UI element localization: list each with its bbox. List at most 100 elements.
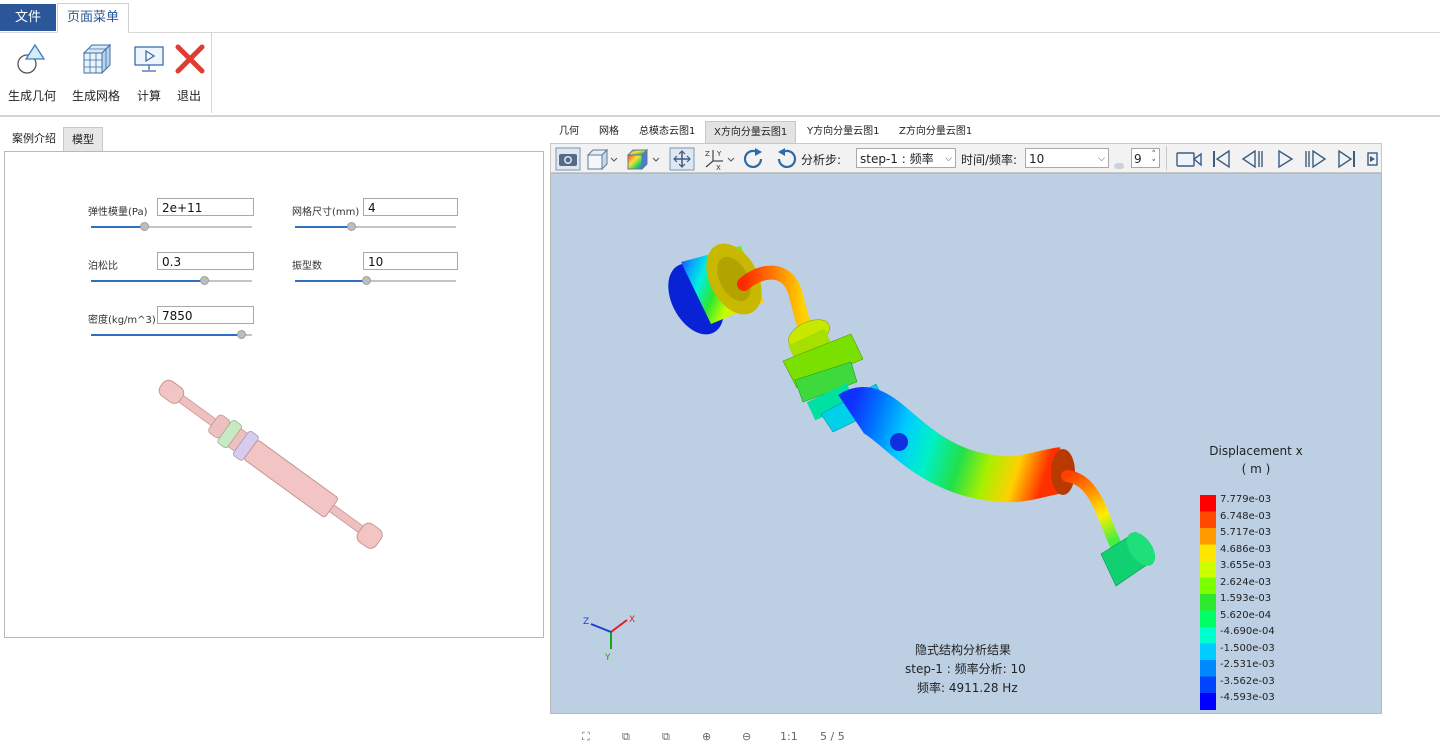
analysis-step-select[interactable]: step-1 : 频率 ⌵ (856, 148, 956, 168)
fit-view-icon[interactable] (669, 147, 695, 171)
legend-value: -4.690e-04 (1220, 626, 1275, 637)
fullscreen-icon[interactable]: ⛶ (582, 730, 590, 744)
zoom-out-icon[interactable]: ⊖ (742, 730, 751, 743)
tab-file[interactable]: 文件 (0, 4, 56, 31)
frame-value: 9 (1134, 152, 1142, 166)
density-field[interactable]: 7850 (157, 306, 254, 324)
time-frequency-select[interactable]: 10 ⌵ (1025, 148, 1109, 168)
play-icon[interactable] (1273, 147, 1297, 171)
compute-label: 计算 (136, 89, 161, 103)
frame-spinbox[interactable]: 9 ˄ ˅ (1131, 148, 1160, 169)
screenshot-camera-icon[interactable] (555, 147, 581, 171)
chevron-down-icon[interactable]: ˅ (1152, 154, 1157, 174)
menu-tab-bar: 文件 页面菜单 (0, 0, 1440, 33)
geometry-icon (17, 43, 46, 74)
axis-triad: Y X Z (583, 615, 635, 663)
legend-swatch (1200, 528, 1216, 545)
result-step-text: step-1 : 频率分析: 10 (905, 662, 1026, 676)
poisson-ratio-label: 泊松比 (88, 261, 118, 272)
tab-page-menu[interactable]: 页面菜单 (57, 3, 129, 33)
bottom-status-bar: ⛶ ⧉ ⧉ ⊕ ⊖ 1:1 5 / 5 (570, 728, 870, 744)
mesh-icon (82, 43, 112, 75)
slider-thumb[interactable] (237, 330, 246, 339)
time-frequency-value: 10 (1029, 152, 1045, 166)
legend-value: -4.593e-03 (1220, 692, 1275, 703)
axis-z-label: Z (583, 617, 589, 627)
generate-geometry-button[interactable]: 生成几何 (6, 41, 58, 107)
legend-title: Displacement x (1209, 444, 1303, 458)
slider-thumb[interactable] (200, 276, 209, 285)
generate-mesh-button[interactable]: 生成网格 (70, 41, 122, 107)
first-frame-icon[interactable] (1209, 147, 1233, 171)
tab-mesh[interactable]: 网格 (591, 121, 627, 142)
axis-x-label: X (629, 615, 635, 625)
chevron-down-icon: ⌵ (945, 154, 952, 164)
legend-value: 1.593e-03 (1220, 593, 1272, 604)
compute-button[interactable]: 计算 (131, 41, 167, 107)
tab-z-component-contour[interactable]: Z方向分量云图1 (891, 121, 980, 142)
legend-swatch (1200, 495, 1216, 512)
elastic-modulus-slider[interactable] (91, 222, 252, 232)
elastic-modulus-field[interactable]: 2e+11 (157, 198, 254, 216)
legend-swatch (1200, 643, 1216, 661)
rotate-ccw-icon[interactable] (773, 147, 799, 171)
paste-icon[interactable]: ⧉ (662, 730, 670, 744)
poisson-ratio-field[interactable]: 0.3 (157, 252, 254, 270)
zoom-in-icon[interactable]: ⊕ (702, 730, 711, 743)
tab-case-intro[interactable]: 案例介绍 (4, 127, 64, 150)
generate-geometry-label: 生成几何 (7, 89, 56, 103)
mode-count-label: 振型数 (292, 261, 322, 272)
svg-text:X: X (716, 164, 721, 171)
copy-icon[interactable]: ⧉ (622, 730, 630, 744)
mesh-size-label: 网格尺寸(mm) (292, 207, 360, 218)
poisson-ratio-slider[interactable] (91, 276, 252, 286)
legend-value: 7.779e-03 (1220, 494, 1272, 505)
ribbon: 生成几何 生成网格 计算 退出 (0, 33, 1440, 117)
exit-button[interactable]: 退出 (172, 41, 206, 107)
left-tab-bar: 案例介绍 模型 (4, 127, 544, 151)
density-label: 密度(kg/m^3) (88, 315, 156, 326)
compute-icon (134, 46, 164, 72)
toolbar-separator (1166, 146, 1167, 170)
time-frequency-label: 时间/频率: (961, 153, 1018, 167)
legend-value: -3.562e-03 (1220, 675, 1275, 687)
slider-thumb[interactable] (362, 276, 371, 285)
exit-label: 退出 (176, 89, 201, 103)
mode-count-field[interactable]: 10 (363, 252, 458, 270)
axis-orientation-icon[interactable]: Y Z X (703, 147, 737, 171)
legend-unit: ( m ) (1241, 462, 1271, 476)
previous-frame-icon[interactable] (1239, 147, 1265, 171)
tab-total-mode-contour[interactable]: 总模态云图1 (631, 121, 703, 142)
legend-swatch (1200, 544, 1216, 562)
slider-thumb[interactable] (347, 222, 356, 231)
3d-viewport[interactable]: Y X Z Displacement x ( m ) 7.779e-03 6.74… (550, 173, 1382, 714)
legend-swatch (1200, 693, 1216, 710)
legend-swatch (1200, 676, 1216, 694)
next-frame-icon[interactable] (1303, 147, 1329, 171)
legend-swatch (1200, 511, 1216, 529)
loop-icon[interactable] (1365, 147, 1379, 171)
tab-x-component-contour[interactable]: X方向分量云图1 (705, 121, 797, 143)
density-slider[interactable] (91, 330, 252, 340)
zoom-ratio[interactable]: 1:1 (780, 730, 798, 743)
viewer-toolbar: Y Z X 分析步: step-1 : 频率 ⌵ 时间/频率: 10 ⌵ 9 ˄… (550, 143, 1382, 173)
legend-value: 3.655e-03 (1220, 560, 1272, 571)
page-indicator: 5 / 5 (820, 730, 845, 743)
tab-geometry[interactable]: 几何 (551, 121, 587, 142)
legend-value: 5.620e-04 (1220, 609, 1272, 621)
tab-model[interactable]: 模型 (63, 127, 103, 151)
last-frame-icon[interactable] (1335, 147, 1359, 171)
slider-thumb[interactable] (140, 222, 149, 231)
legend-swatch (1200, 594, 1216, 611)
record-video-icon[interactable] (1175, 147, 1203, 171)
view-cube-icon[interactable] (585, 147, 619, 171)
mode-count-slider[interactable] (295, 276, 456, 286)
mesh-size-slider[interactable] (295, 222, 456, 232)
mesh-size-field[interactable]: 4 (363, 198, 458, 216)
contour-style-icon[interactable] (625, 147, 661, 171)
legend-color-bar (1200, 495, 1216, 710)
legend-value: 2.624e-03 (1220, 576, 1272, 588)
tab-y-component-contour[interactable]: Y方向分量云图1 (799, 121, 887, 142)
rotate-cw-icon[interactable] (741, 147, 767, 171)
analysis-step-label: 分析步: (801, 153, 842, 167)
